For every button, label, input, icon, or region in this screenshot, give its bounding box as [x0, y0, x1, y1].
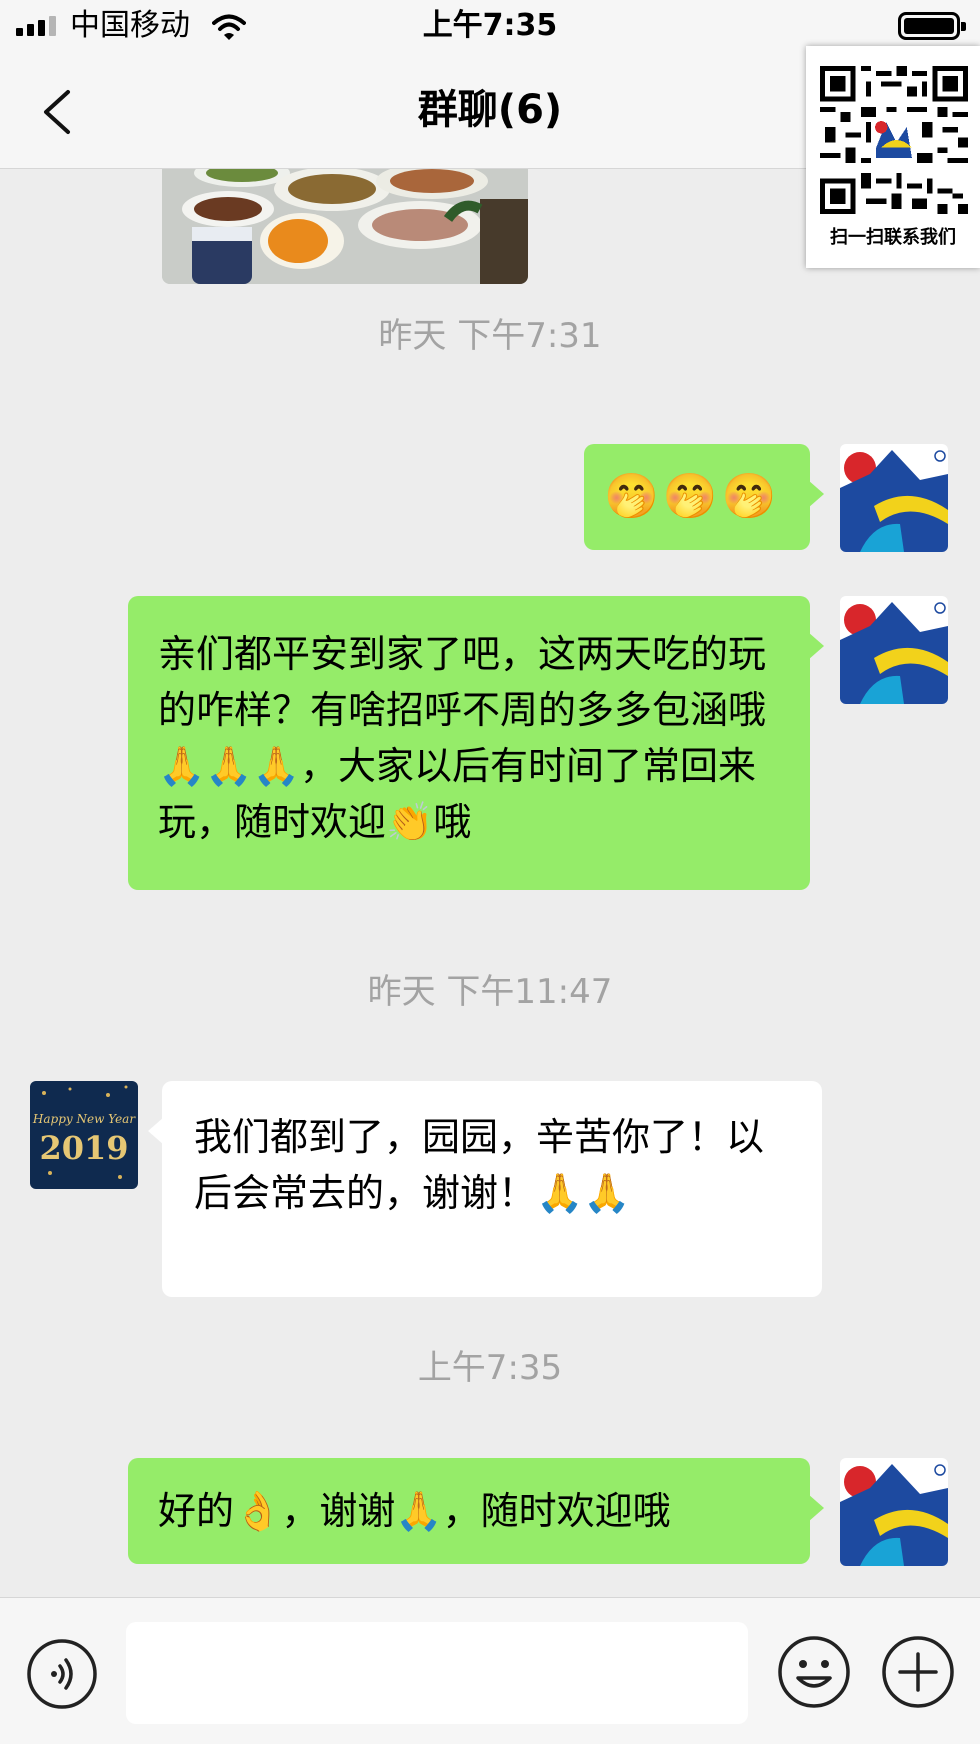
brand-logo-icon [840, 596, 948, 704]
voice-icon[interactable] [26, 1638, 98, 1710]
message-timestamp: 昨天 下午11:47 [367, 972, 613, 1012]
food-photo-message[interactable] [162, 169, 528, 284]
food-photo-image [162, 169, 528, 284]
status-bar: 中国移动 上午7:35 [0, 0, 980, 52]
message-timestamp: 昨天 下午7:31 [378, 316, 602, 356]
avatar-caption-top: Happy New Year [32, 1112, 136, 1126]
message-text: 好的👌，谢谢🙏，随时欢迎哦 [158, 1489, 671, 1533]
message-input[interactable] [126, 1622, 748, 1724]
new-year-avatar-image: Happy New Year 2019 [30, 1081, 138, 1189]
message-timestamp: 上午7:35 [417, 1348, 563, 1388]
input-bar [0, 1597, 980, 1744]
self-avatar[interactable] [840, 444, 948, 552]
message-text: 我们都到了，园园，辛苦你了！以后会常去的，谢谢！🙏🙏 [194, 1115, 765, 1215]
brand-logo-icon [840, 1458, 948, 1566]
chat-area[interactable]: 昨天 下午7:31 🤭🤭🤭 亲们都平安到家了吧，这两天吃的玩的咋样？有啥招呼不周… [0, 169, 980, 1597]
avatar-caption-year: 2019 [39, 1129, 128, 1167]
member-avatar[interactable]: Happy New Year 2019 [30, 1081, 138, 1189]
qr-code-image [820, 66, 968, 214]
status-time: 上午7:35 [422, 8, 558, 43]
brand-logo-icon [840, 444, 948, 552]
battery-icon [898, 12, 966, 40]
outgoing-message-bubble[interactable]: 好的👌，谢谢🙏，随时欢迎哦 [128, 1458, 824, 1564]
self-avatar[interactable] [840, 1458, 948, 1566]
plus-icon[interactable] [880, 1634, 956, 1710]
qr-code-overlay[interactable]: 扫一扫联系我们 [806, 46, 980, 268]
outgoing-message-bubble[interactable]: 亲们都平安到家了吧，这两天吃的玩的咋样？有啥招呼不周的多多包涵哦🙏🙏🙏，大家以后… [128, 596, 824, 890]
self-avatar[interactable] [840, 596, 948, 704]
message-text: 🤭🤭🤭 [604, 471, 781, 522]
incoming-message-bubble[interactable]: 我们都到了，园园，辛苦你了！以后会常去的，谢谢！🙏🙏 [148, 1081, 822, 1297]
outgoing-message-bubble[interactable]: 🤭🤭🤭 [584, 444, 824, 550]
qr-caption: 扫一扫联系我们 [830, 227, 956, 248]
message-text: 亲们都平安到家了吧，这两天吃的玩的咋样？有啥招呼不周的多多包涵哦🙏🙏🙏，大家以后… [158, 632, 767, 844]
emoji-icon[interactable] [776, 1634, 852, 1710]
